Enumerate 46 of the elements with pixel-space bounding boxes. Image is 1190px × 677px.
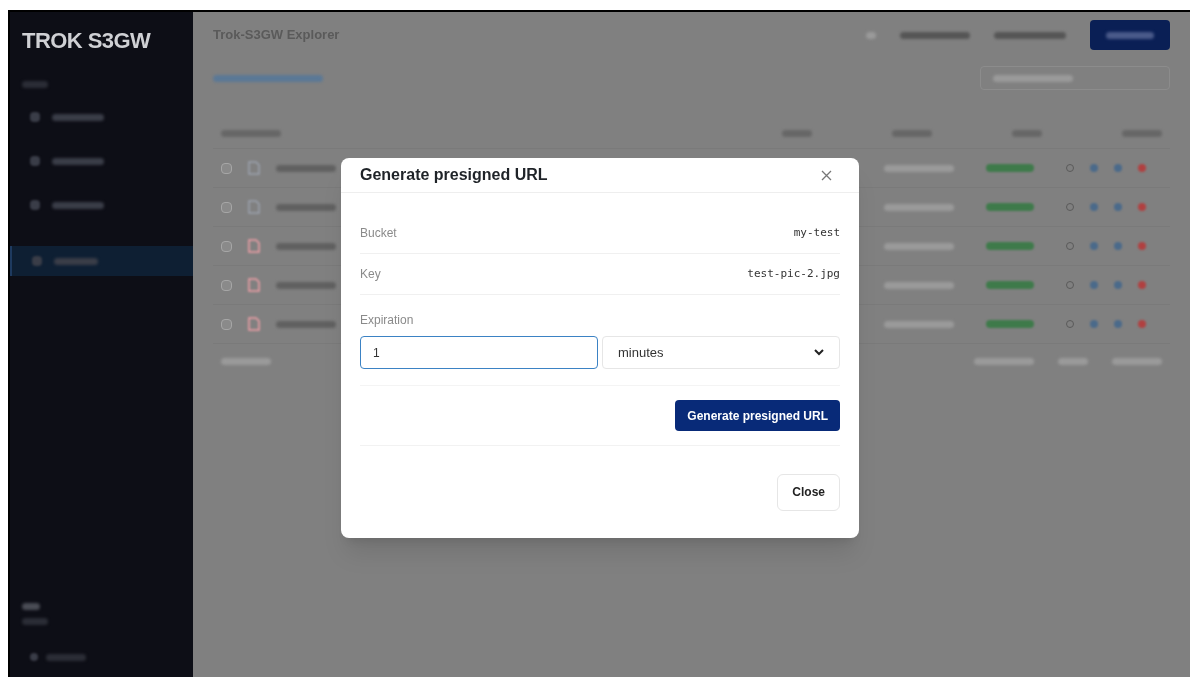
action-icon[interactable] — [1090, 320, 1098, 328]
action-icon[interactable] — [1090, 281, 1098, 289]
status-badge — [986, 203, 1034, 211]
action-icon[interactable] — [1138, 281, 1146, 289]
row-checkbox[interactable] — [221, 318, 232, 330]
file-icon — [248, 239, 260, 253]
logo: TROK S3GW — [22, 27, 152, 55]
row-checkbox[interactable] — [221, 240, 232, 252]
action-icon[interactable] — [1114, 281, 1122, 289]
nav-item[interactable] — [10, 246, 193, 276]
action-icon[interactable] — [1090, 164, 1098, 172]
row-checkbox[interactable] — [221, 162, 232, 174]
action-icon[interactable] — [1090, 242, 1098, 250]
action-icon[interactable] — [1114, 164, 1122, 172]
close-icon[interactable] — [821, 169, 832, 181]
field-value: test-pic-2.jpg — [747, 265, 840, 282]
action-icon[interactable] — [1138, 320, 1146, 328]
chevron-down-icon — [814, 349, 824, 356]
status-badge — [986, 242, 1034, 250]
generate-button[interactable]: Generate presigned URL — [675, 400, 840, 431]
close-button[interactable]: Close — [777, 473, 840, 511]
file-icon — [248, 278, 260, 292]
action-icon[interactable] — [1114, 242, 1122, 250]
row-checkbox[interactable] — [221, 279, 232, 291]
file-icon — [248, 317, 260, 331]
file-icon — [248, 161, 260, 175]
file-icon — [248, 200, 260, 214]
action-icon[interactable] — [1090, 203, 1098, 211]
row-checkbox[interactable] — [221, 201, 232, 213]
action-icon[interactable] — [1114, 203, 1122, 211]
action-icon[interactable] — [1138, 164, 1146, 172]
dialog-title: Generate presigned URL — [360, 165, 548, 185]
action-icon[interactable] — [1114, 320, 1122, 328]
status-badge — [986, 164, 1034, 172]
field-label: Expiration — [360, 312, 415, 329]
status-badge — [986, 281, 1034, 289]
upload-button[interactable] — [1090, 20, 1170, 50]
expiration-input[interactable]: 1 — [360, 336, 598, 369]
field-label: Bucket — [360, 225, 397, 242]
field-label: Key — [360, 266, 381, 283]
filter-field[interactable] — [980, 66, 1170, 90]
action-icon[interactable] — [1138, 242, 1146, 250]
field-value: my-test — [793, 224, 840, 241]
status-badge — [986, 320, 1034, 328]
action-icon[interactable] — [1138, 203, 1146, 211]
unit-select[interactable]: minutes — [602, 336, 840, 369]
